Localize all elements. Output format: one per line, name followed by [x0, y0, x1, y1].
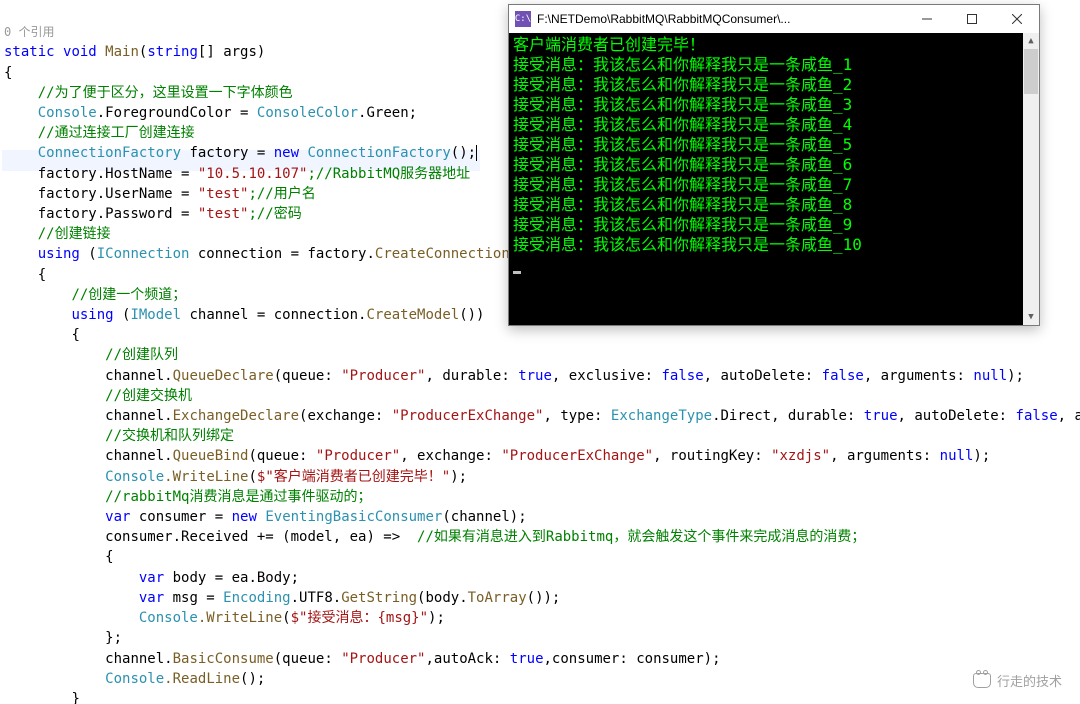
- console-output[interactable]: 客户端消费者已创建完毕！ 接受消息：我该怎么和你解释我只是一条咸鱼_1 接受消息…: [509, 33, 1039, 325]
- scrollbar[interactable]: ▲ ▼: [1023, 33, 1039, 325]
- console-window[interactable]: C:\ F:\NETDemo\RabbitMQ\RabbitMQConsumer…: [508, 4, 1040, 326]
- console-line: 接受消息：我该怎么和你解释我只是一条咸鱼_2: [513, 75, 1035, 95]
- wechat-icon: [973, 673, 991, 688]
- console-line: 接受消息：我该怎么和你解释我只是一条咸鱼_6: [513, 155, 1035, 175]
- watermark: 行走的技术: [973, 671, 1062, 690]
- text-cursor: [476, 145, 477, 161]
- console-line: 客户端消费者已创建完毕！: [513, 35, 1035, 55]
- console-line: 接受消息：我该怎么和你解释我只是一条咸鱼_7: [513, 175, 1035, 195]
- console-icon: C:\: [515, 11, 531, 27]
- minimize-button[interactable]: [904, 5, 949, 33]
- code-lens[interactable]: 0 个引用: [4, 25, 54, 39]
- console-line: 接受消息：我该怎么和你解释我只是一条咸鱼_9: [513, 215, 1035, 235]
- console-line: 接受消息：我该怎么和你解释我只是一条咸鱼_10: [513, 235, 1035, 255]
- scroll-down-icon[interactable]: ▼: [1023, 309, 1039, 325]
- console-line: 接受消息：我该怎么和你解释我只是一条咸鱼_5: [513, 135, 1035, 155]
- console-line: 接受消息：我该怎么和你解释我只是一条咸鱼_8: [513, 195, 1035, 215]
- maximize-button[interactable]: [949, 5, 994, 33]
- scroll-thumb[interactable]: [1024, 49, 1038, 94]
- window-title: F:\NETDemo\RabbitMQ\RabbitMQConsumer\...: [537, 12, 904, 26]
- close-button[interactable]: [994, 5, 1039, 33]
- titlebar[interactable]: C:\ F:\NETDemo\RabbitMQ\RabbitMQConsumer…: [509, 5, 1039, 33]
- console-cursor: [513, 271, 521, 274]
- scroll-up-icon[interactable]: ▲: [1023, 33, 1039, 49]
- console-line: 接受消息：我该怎么和你解释我只是一条咸鱼_4: [513, 115, 1035, 135]
- console-line: 接受消息：我该怎么和你解释我只是一条咸鱼_1: [513, 55, 1035, 75]
- console-line: 接受消息：我该怎么和你解释我只是一条咸鱼_3: [513, 95, 1035, 115]
